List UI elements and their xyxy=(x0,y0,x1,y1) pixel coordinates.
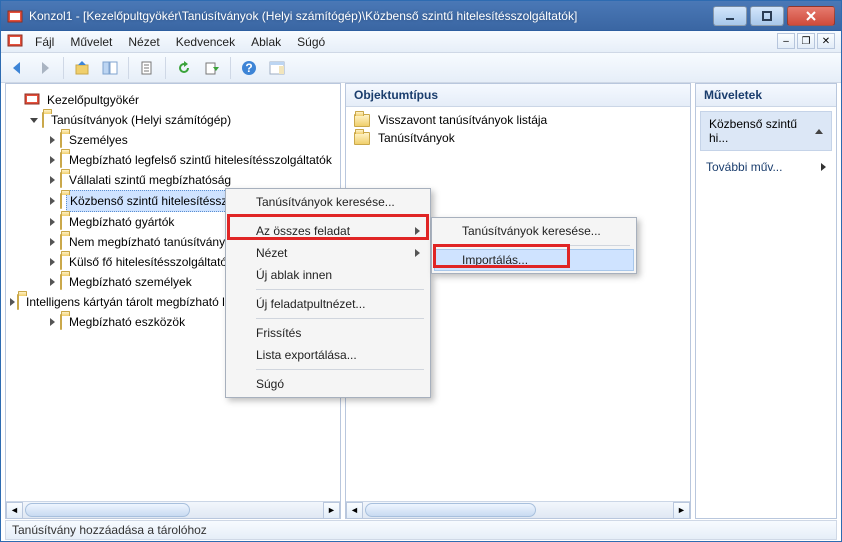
tree-label: Külső fő hitelesítésszolgáltatók xyxy=(66,252,236,272)
svg-text:?: ? xyxy=(245,61,252,75)
menu-favorites[interactable]: Kedvencek xyxy=(168,31,243,53)
actions-panel: Műveletek Közbenső szintű hi... További … xyxy=(695,83,837,519)
menu-action[interactable]: Művelet xyxy=(62,31,120,53)
center-header: Objektumtípus xyxy=(346,84,690,107)
submenu-arrow-icon xyxy=(415,227,420,235)
window-titlebar: Konzol1 - [Kezelőpultgyökér\Tanúsítványo… xyxy=(1,1,841,31)
expander-icon[interactable] xyxy=(46,134,58,146)
expander-icon[interactable] xyxy=(10,296,15,308)
tree-label: Tanúsítványok (Helyi számítógép) xyxy=(48,110,234,130)
actions-section-label: Közbenső szintű hi... xyxy=(709,117,815,145)
expander-icon[interactable] xyxy=(46,154,58,166)
tree-label: Megbízható legfelső szintű hitelesítéssz… xyxy=(66,150,335,170)
ctx-item[interactable]: Nézet xyxy=(228,242,428,264)
expander-icon[interactable] xyxy=(46,195,58,207)
actions-more-link[interactable]: További műv... xyxy=(696,155,836,179)
refresh-button[interactable] xyxy=(172,56,196,80)
mdi-close[interactable]: ✕ xyxy=(817,33,835,49)
app-icon xyxy=(7,8,23,24)
expander-icon[interactable] xyxy=(28,114,40,126)
ctx-sub-item[interactable]: Importálás... xyxy=(434,249,634,271)
mdi-minimize[interactable]: – xyxy=(777,33,795,49)
actions-header: Műveletek xyxy=(696,84,836,107)
copy-button[interactable] xyxy=(135,56,159,80)
close-button[interactable] xyxy=(787,6,835,26)
collapse-icon xyxy=(815,129,823,134)
context-submenu: Tanúsítványok keresése... Importálás... xyxy=(431,217,637,274)
expander-icon[interactable] xyxy=(46,256,58,268)
menubar: Fájl Művelet Nézet Kedvencek Ablak Súgó … xyxy=(1,31,841,53)
tree-item-0[interactable]: Személyes xyxy=(10,130,336,150)
menu-file[interactable]: Fájl xyxy=(27,31,62,53)
ctx-item[interactable]: Az összes feladat xyxy=(228,220,428,242)
statusbar: Tanúsítvány hozzáadása a tárolóhoz xyxy=(5,520,837,540)
tree-root[interactable]: Kezelőpultgyökér xyxy=(10,90,336,110)
submenu-arrow-icon xyxy=(415,249,420,257)
list-item[interactable]: Tanúsítványok xyxy=(354,129,682,147)
tree-label: Nem megbízható tanúsítványok xyxy=(66,232,241,252)
actions-section-title[interactable]: Közbenső szintű hi... xyxy=(700,111,832,151)
expander-icon[interactable] xyxy=(10,94,22,106)
expander-icon[interactable] xyxy=(46,276,58,288)
ctx-separator xyxy=(256,216,424,217)
tree-label: Vállalati szintű megbízhatóság xyxy=(66,170,234,190)
tree-hscroll[interactable]: ◄► xyxy=(6,501,340,518)
mdi-icon xyxy=(7,32,23,51)
expander-icon[interactable] xyxy=(46,316,58,328)
tree-label: Megbízható gyártók xyxy=(66,212,177,232)
ctx-separator xyxy=(462,245,630,246)
status-text: Tanúsítvány hozzáadása a tárolóhoz xyxy=(12,523,207,537)
folder-icon xyxy=(354,132,370,145)
list-item[interactable]: Visszavont tanúsítványok listája xyxy=(354,111,682,129)
expander-icon[interactable] xyxy=(46,236,58,248)
toolbar: ? xyxy=(1,53,841,83)
forward-button[interactable] xyxy=(33,56,57,80)
ctx-separator xyxy=(256,369,424,370)
tree-label: Megbízható eszközök xyxy=(66,312,188,332)
window-title: Konzol1 - [Kezelőpultgyökér\Tanúsítványo… xyxy=(29,9,710,23)
tree-item-1[interactable]: Megbízható legfelső szintű hitelesítéssz… xyxy=(10,150,336,170)
center-hscroll[interactable]: ◄► xyxy=(346,501,690,518)
expander-icon[interactable] xyxy=(46,174,58,186)
context-menu: Tanúsítványok keresése... Az összes felad… xyxy=(225,188,431,398)
ctx-sub-item[interactable]: Tanúsítványok keresése... xyxy=(434,220,634,242)
expander-icon[interactable] xyxy=(46,216,58,228)
ctx-item[interactable]: Frissítés xyxy=(228,322,428,344)
mdi-restore[interactable]: ❐ xyxy=(797,33,815,49)
minimize-button[interactable] xyxy=(713,6,747,26)
folder-icon xyxy=(354,114,370,127)
ctx-separator xyxy=(256,289,424,290)
actions-more-label: További műv... xyxy=(706,160,782,174)
maximize-button[interactable] xyxy=(750,6,784,26)
properties-button[interactable] xyxy=(265,56,289,80)
tree-label: Megbízható személyek xyxy=(66,272,195,292)
up-button[interactable] xyxy=(70,56,94,80)
menu-window[interactable]: Ablak xyxy=(243,31,289,53)
back-button[interactable] xyxy=(5,56,29,80)
tree-label: Személyes xyxy=(66,130,131,150)
folder-icon xyxy=(24,91,44,110)
show-hide-tree-button[interactable] xyxy=(98,56,122,80)
chevron-right-icon xyxy=(821,163,826,171)
mdi-window-buttons: – ❐ ✕ xyxy=(777,33,835,49)
actions-body: Közbenső szintű hi... További műv... xyxy=(696,107,836,518)
list-label: Tanúsítványok xyxy=(378,129,455,147)
ctx-item[interactable]: Új ablak innen xyxy=(228,264,428,286)
ctx-item[interactable]: Súgó xyxy=(228,373,428,395)
tree-cert-root[interactable]: Tanúsítványok (Helyi számítógép) xyxy=(10,110,336,130)
menu-view[interactable]: Nézet xyxy=(120,31,167,53)
list-label: Visszavont tanúsítványok listája xyxy=(378,111,547,129)
ctx-item[interactable]: Lista exportálása... xyxy=(228,344,428,366)
ctx-separator xyxy=(256,318,424,319)
tree-label: Kezelőpultgyökér xyxy=(44,90,142,110)
export-button[interactable] xyxy=(200,56,224,80)
ctx-item[interactable]: Tanúsítványok keresése... xyxy=(228,191,428,213)
help-button[interactable]: ? xyxy=(237,56,261,80)
menu-help[interactable]: Súgó xyxy=(289,31,333,53)
tree-item-2[interactable]: Vállalati szintű megbízhatóság xyxy=(10,170,336,190)
ctx-item[interactable]: Új feladatpultnézet... xyxy=(228,293,428,315)
